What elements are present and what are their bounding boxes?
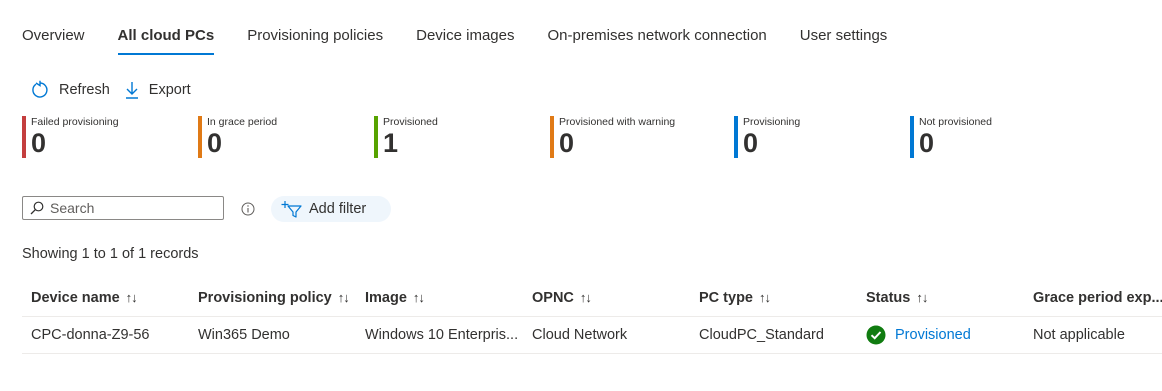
tile-provisioned-with-warning[interactable]: Provisioned with warning 0 xyxy=(550,116,675,158)
success-check-icon xyxy=(866,325,886,345)
tile-failed-provisioning[interactable]: Failed provisioning 0 xyxy=(22,116,119,158)
tab-all-cloud-pcs[interactable]: All cloud PCs xyxy=(117,26,215,55)
column-header-opnc[interactable]: OPNC ↑↓ xyxy=(523,280,690,317)
tile-count: 0 xyxy=(559,128,575,158)
tile-count: 0 xyxy=(743,128,759,158)
search-box xyxy=(22,196,224,220)
cell-device-name: CPC-donna-Z9-56 xyxy=(22,316,189,354)
tab-on-premises-network-connection[interactable]: On-premises network connection xyxy=(547,26,766,53)
tab-overview[interactable]: Overview xyxy=(22,26,85,53)
column-label: PC type xyxy=(699,290,753,306)
info-icon[interactable] xyxy=(241,202,255,216)
tile-label: Provisioned xyxy=(383,116,438,128)
add-filter-button[interactable]: Add filter xyxy=(271,196,391,222)
column-header-image[interactable]: Image ↑↓ xyxy=(356,280,523,317)
column-header-device-name[interactable]: Device name ↑↓ xyxy=(22,280,189,317)
cell-image: Windows 10 Enterpris... xyxy=(356,316,523,354)
refresh-icon xyxy=(32,80,48,98)
add-filter-icon xyxy=(281,201,302,218)
tile-count: 0 xyxy=(207,128,223,158)
command-bar: Refresh Export xyxy=(30,80,205,100)
sort-icon: ↑↓ xyxy=(337,290,350,305)
column-header-status[interactable]: Status ↑↓ xyxy=(857,280,1024,317)
table-row[interactable]: CPC-donna-Z9-56 Win365 Demo Windows 10 E… xyxy=(22,316,1162,354)
tile-provisioned[interactable]: Provisioned 1 xyxy=(374,116,438,158)
add-filter-label: Add filter xyxy=(309,201,367,217)
tile-not-provisioned[interactable]: Not provisioned 0 xyxy=(910,116,992,158)
cell-pc-type: CloudPC_Standard xyxy=(690,316,857,354)
column-label: Image xyxy=(365,290,407,306)
export-label: Export xyxy=(148,82,191,98)
tile-label: Failed provisioning xyxy=(31,116,119,128)
tile-label: In grace period xyxy=(207,116,278,128)
tile-label: Not provisioned xyxy=(919,116,992,128)
tile-in-grace-period[interactable]: In grace period 0 xyxy=(198,116,277,158)
column-label: Grace period exp... xyxy=(1033,290,1162,306)
tile-count: 0 xyxy=(919,128,935,158)
tile-label: Provisioning xyxy=(743,116,801,128)
column-header-pc-type[interactable]: PC type ↑↓ xyxy=(690,280,857,317)
column-label: Provisioning policy xyxy=(198,290,332,306)
cell-grace-period: Not applicable xyxy=(1024,316,1162,354)
records-count: Showing 1 to 1 of 1 records xyxy=(22,246,199,262)
column-label: OPNC xyxy=(532,290,574,306)
tile-provisioning[interactable]: Provisioning 0 xyxy=(734,116,800,158)
download-icon xyxy=(125,82,138,99)
search-icon xyxy=(30,201,44,215)
sort-icon: ↑↓ xyxy=(916,290,928,305)
tab-provisioning-policies[interactable]: Provisioning policies xyxy=(247,26,383,53)
tile-count: 0 xyxy=(31,128,47,158)
cell-status: Provisioned xyxy=(857,316,1024,354)
column-label: Device name xyxy=(31,290,120,306)
refresh-button[interactable]: Refresh xyxy=(30,80,110,100)
tab-user-settings[interactable]: User settings xyxy=(800,26,888,53)
tile-count: 1 xyxy=(383,128,399,158)
tile-label: Provisioned with warning xyxy=(559,116,676,128)
export-button[interactable]: Export xyxy=(124,81,191,99)
table-header-row: Device name ↑↓ Provisioning policy ↑↓ Imag… xyxy=(22,280,1162,317)
refresh-label: Refresh xyxy=(59,82,110,98)
status-link[interactable]: Provisioned xyxy=(895,327,971,343)
search-input[interactable] xyxy=(50,200,210,216)
sort-icon: ↑↓ xyxy=(412,290,425,305)
cell-provisioning-policy: Win365 Demo xyxy=(189,316,356,354)
cloud-pcs-table: Device name ↑↓ Provisioning policy ↑↓ Imag… xyxy=(22,280,1162,354)
sort-icon: ↑↓ xyxy=(125,290,138,305)
cell-opnc: Cloud Network xyxy=(523,316,690,354)
tab-device-images[interactable]: Device images xyxy=(416,26,514,53)
column-header-provisioning-policy[interactable]: Provisioning policy ↑↓ xyxy=(189,280,356,317)
sort-icon: ↑↓ xyxy=(579,290,592,305)
column-label: Status xyxy=(866,290,911,306)
column-header-grace-period[interactable]: Grace period exp... xyxy=(1024,280,1162,317)
tab-bar: Overview All cloud PCs Provisioning poli… xyxy=(22,26,920,55)
sort-icon: ↑↓ xyxy=(759,290,771,305)
